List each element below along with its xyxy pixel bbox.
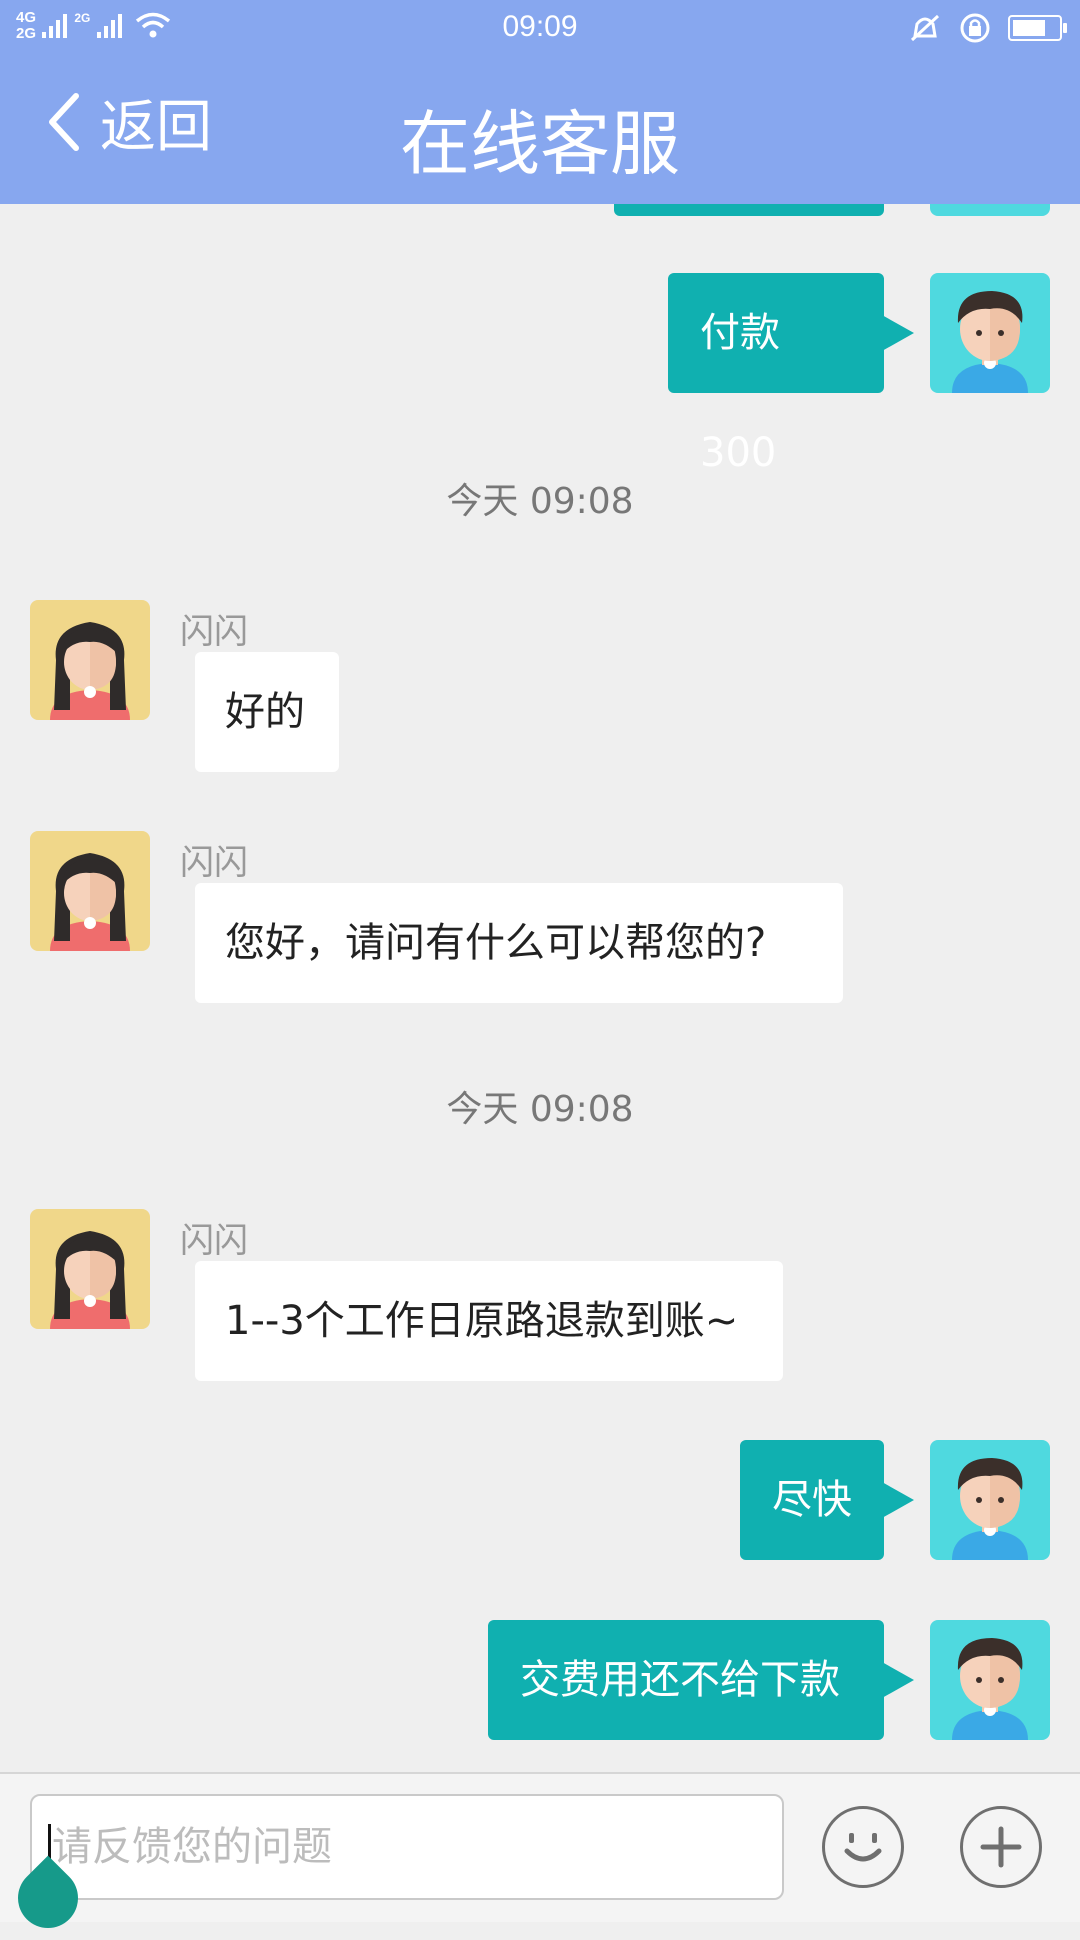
user-avatar[interactable]	[930, 1620, 1050, 1740]
timestamp-divider: 今天 09:08	[446, 481, 634, 522]
input-placeholder: 请反馈您的问题	[52, 1824, 332, 1870]
sender-name: 闪闪	[180, 612, 248, 652]
incoming-message-bubble[interactable]: 好的	[195, 652, 339, 772]
agent-avatar[interactable]	[30, 600, 150, 720]
incoming-message-bubble[interactable]: 您好，请问有什么可以帮您的?	[195, 883, 843, 1003]
battery-icon	[1008, 15, 1067, 41]
add-attachment-button[interactable]	[960, 1806, 1042, 1888]
app-header: 返回 在线客服	[0, 56, 1080, 204]
composer-bar: 请反馈您的问题	[0, 1772, 1080, 1922]
rotation-lock-icon	[960, 13, 990, 43]
smiley-icon	[844, 1833, 882, 1862]
message-text: 好的	[225, 689, 305, 735]
partial-user-avatar	[930, 204, 1050, 216]
message-text: 1--3个工作日原路退款到账~	[225, 1298, 739, 1344]
page-title: 在线客服	[400, 103, 680, 185]
agent-avatar[interactable]	[30, 831, 150, 951]
agent-avatar[interactable]	[30, 1209, 150, 1329]
plus-icon	[980, 1826, 1022, 1868]
message-text: 交费用还不给下款	[520, 1657, 840, 1703]
outgoing-message-bubble[interactable]: 交费用还不给下款	[488, 1620, 914, 1740]
message-text: 付款300	[700, 310, 780, 476]
outgoing-message-bubble[interactable]: 付款300	[668, 273, 914, 476]
sender-name: 闪闪	[180, 1221, 248, 1261]
sender-name: 闪闪	[180, 843, 248, 883]
vibrate-mute-icon	[910, 14, 940, 42]
message-input[interactable]: 请反馈您的问题	[30, 1794, 784, 1900]
emoji-button[interactable]	[822, 1806, 904, 1888]
outgoing-message-bubble[interactable]: 尽快	[740, 1440, 914, 1560]
status-icons	[908, 12, 1067, 44]
user-avatar[interactable]	[930, 1440, 1050, 1560]
incoming-message-bubble[interactable]: 1--3个工作日原路退款到账~	[195, 1261, 783, 1381]
partial-message-bubble	[614, 204, 884, 216]
message-text: 您好，请问有什么可以帮您的?	[225, 920, 767, 966]
chat-list[interactable]: 付款300 今天 09:08 闪闪 好的 闪闪 您好，请问有什么可以帮您的? 今…	[0, 204, 1080, 1772]
timestamp-divider: 今天 09:08	[446, 1089, 634, 1130]
message-text: 尽快	[772, 1477, 852, 1523]
user-avatar[interactable]	[930, 273, 1050, 393]
status-bar: 4G 2G 2G 09:09	[0, 0, 1080, 56]
